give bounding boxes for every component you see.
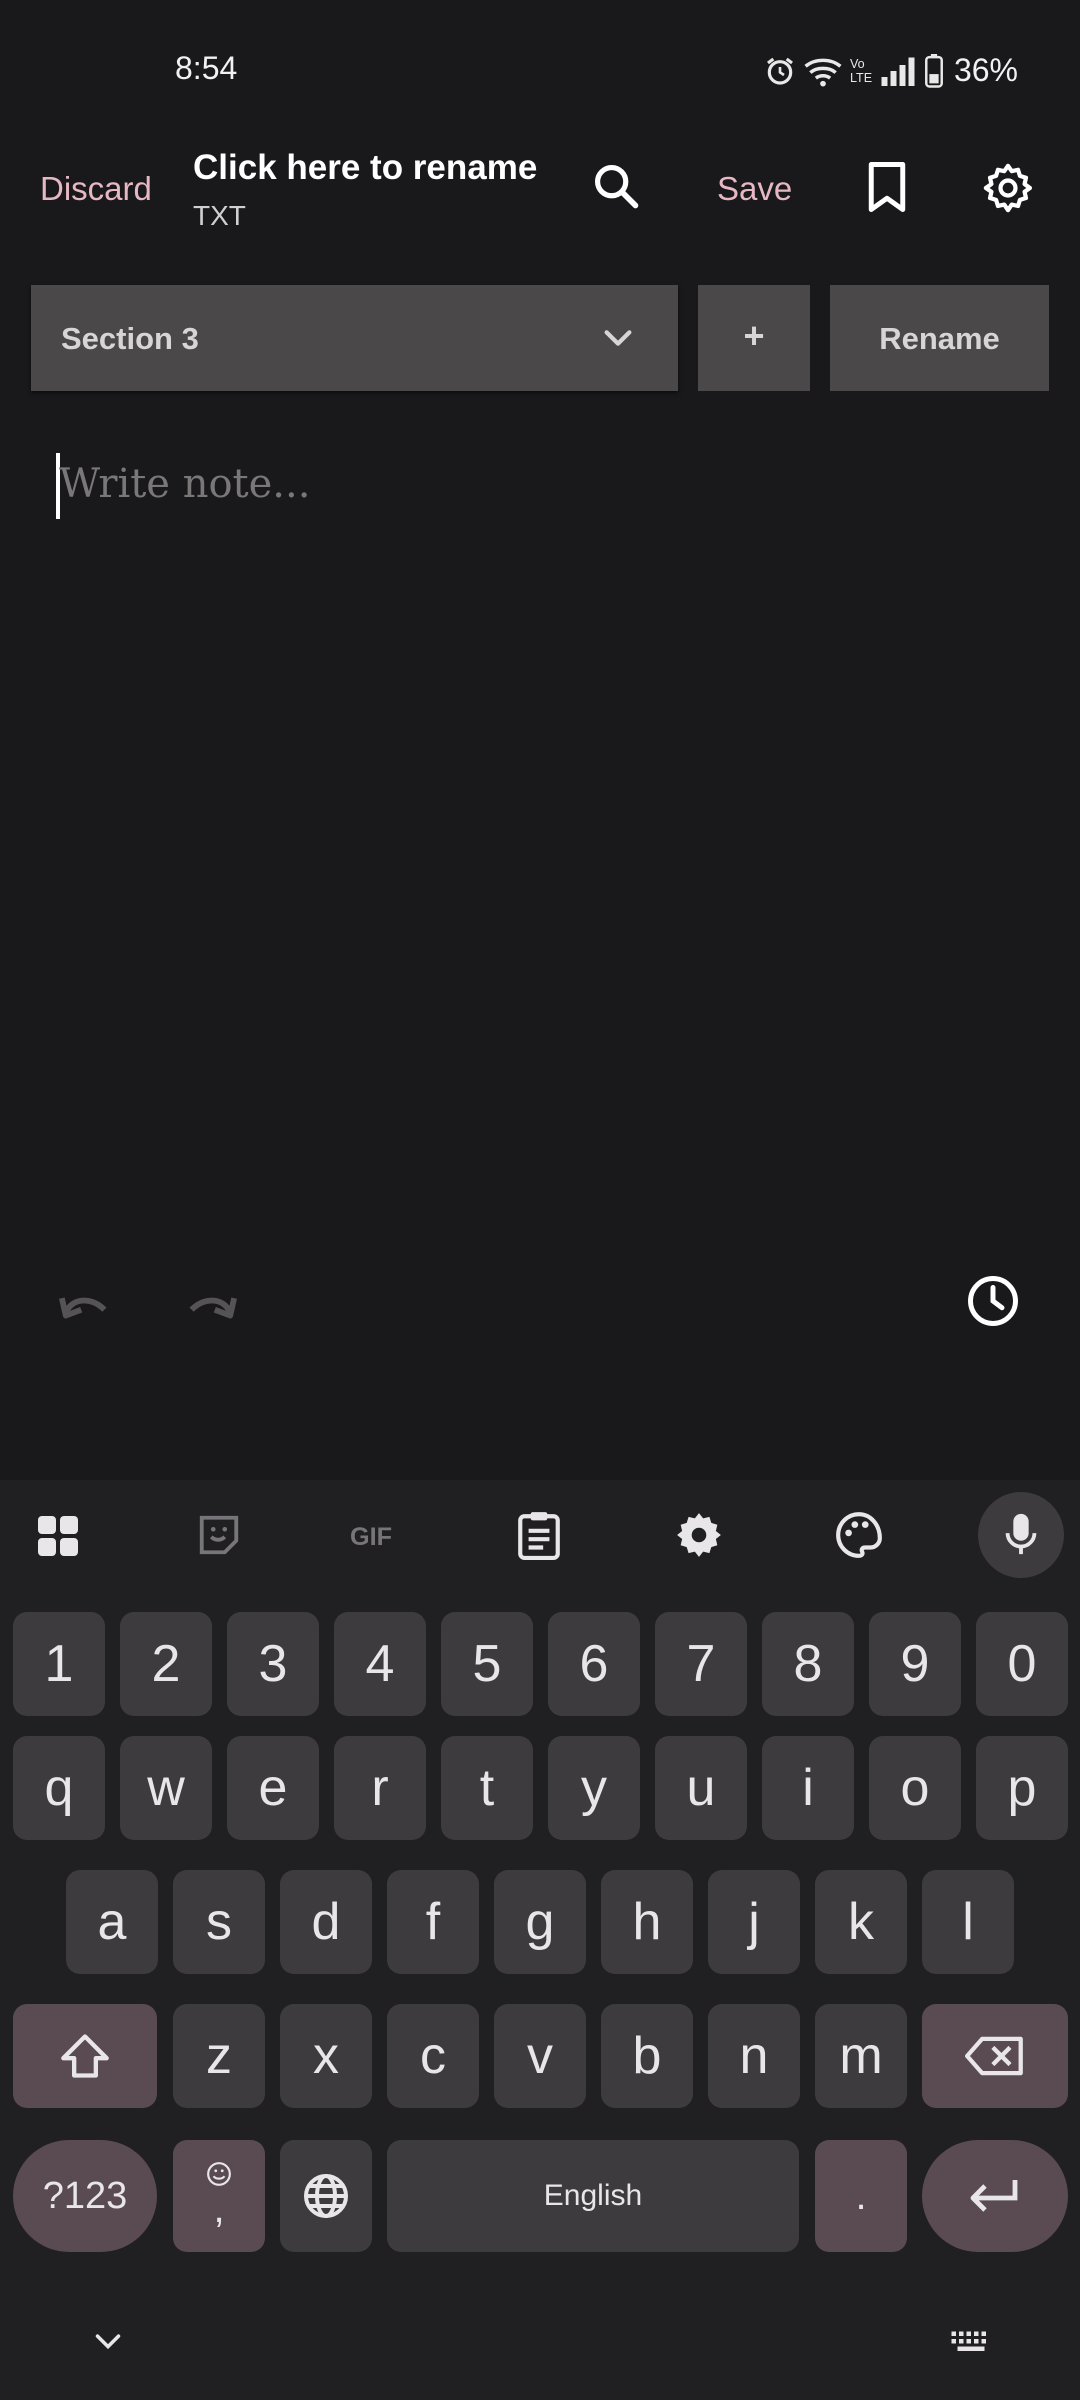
key-p[interactable]: p: [976, 1736, 1068, 1840]
keyboard-settings-icon[interactable]: [674, 1510, 724, 1560]
key-b[interactable]: b: [601, 2004, 693, 2108]
save-button[interactable]: Save: [717, 170, 792, 208]
comma-label: ,: [213, 2186, 225, 2231]
key-q[interactable]: q: [13, 1736, 105, 1840]
volte-icon: VoLTE: [850, 56, 872, 85]
svg-text:GIF: GIF: [350, 1523, 392, 1550]
chevron-down-icon: [95, 2334, 121, 2350]
key-i[interactable]: i: [762, 1736, 854, 1840]
key-y[interactable]: y: [548, 1736, 640, 1840]
key-t[interactable]: t: [441, 1736, 533, 1840]
svg-text:Vo: Vo: [850, 56, 865, 70]
search-button[interactable]: [590, 160, 642, 212]
key-s[interactable]: s: [173, 1870, 265, 1974]
key-2[interactable]: 2: [120, 1612, 212, 1716]
chevron-down-icon: [600, 321, 636, 355]
key-o[interactable]: o: [869, 1736, 961, 1840]
wifi-icon: [804, 58, 842, 87]
key-4[interactable]: 4: [334, 1612, 426, 1716]
add-section-label: +: [743, 315, 765, 356]
alarm-icon: [766, 57, 793, 85]
key-f[interactable]: f: [387, 1870, 479, 1974]
note-format: TXT: [193, 200, 246, 231]
gif-icon[interactable]: GIF: [350, 1520, 406, 1550]
history-button[interactable]: [966, 1274, 1020, 1328]
hide-keyboard-button[interactable]: [94, 2332, 122, 2352]
apps-grid-icon[interactable]: [34, 1512, 82, 1560]
key-u[interactable]: u: [655, 1736, 747, 1840]
palette-icon[interactable]: [834, 1510, 884, 1560]
shift-key[interactable]: [13, 2004, 157, 2108]
battery-percent: 36%: [953, 52, 1018, 88]
search-icon: [594, 164, 639, 209]
sticker-icon[interactable]: [196, 1512, 242, 1558]
keyboard-icon: [951, 2331, 986, 2351]
key-8[interactable]: 8: [762, 1612, 854, 1716]
bookmark-icon: [868, 162, 906, 212]
enter-key[interactable]: [922, 2140, 1068, 2252]
key-g[interactable]: g: [494, 1870, 586, 1974]
status-icons: Vo LTE 36%: [764, 52, 1018, 89]
enter-icon: [970, 2180, 1018, 2212]
microphone-icon: [1005, 1513, 1037, 1555]
status-time: 8:54: [175, 50, 238, 86]
key-j[interactable]: j: [708, 1870, 800, 1974]
keyboard-switch-button[interactable]: [950, 2330, 992, 2354]
settings-button[interactable]: [980, 160, 1036, 216]
period-key[interactable]: .: [815, 2140, 907, 2252]
note-title[interactable]: Click here to rename: [193, 148, 537, 188]
keyboard: GIF 1 2 3 4 5 6 7 8 9 0 q w e r t y u i …: [0, 1480, 1080, 2400]
undo-button[interactable]: [58, 1282, 116, 1322]
key-v[interactable]: v: [494, 2004, 586, 2108]
key-7[interactable]: 7: [655, 1612, 747, 1716]
undo-icon: [59, 1297, 107, 1319]
key-z[interactable]: z: [173, 2004, 265, 2108]
add-section-button[interactable]: +: [698, 285, 810, 391]
discard-button[interactable]: Discard: [40, 170, 152, 208]
emoji-comma-key[interactable]: ,: [173, 2140, 265, 2252]
key-m[interactable]: m: [815, 2004, 907, 2108]
section-selected-label: Section 3: [61, 321, 199, 356]
key-d[interactable]: d: [280, 1870, 372, 1974]
note-editor[interactable]: [40, 430, 1040, 1210]
key-w[interactable]: w: [120, 1736, 212, 1840]
key-n[interactable]: n: [708, 2004, 800, 2108]
signal-icon: [881, 57, 915, 86]
key-0[interactable]: 0: [976, 1612, 1068, 1716]
key-5[interactable]: 5: [441, 1612, 533, 1716]
key-l[interactable]: l: [922, 1870, 1014, 1974]
space-key[interactable]: English: [387, 2140, 799, 2252]
symbols-key[interactable]: ?123: [13, 2140, 157, 2252]
redo-button[interactable]: [180, 1282, 238, 1322]
key-c[interactable]: c: [387, 2004, 479, 2108]
svg-text:LTE: LTE: [850, 71, 872, 85]
key-x[interactable]: x: [280, 2004, 372, 2108]
key-a[interactable]: a: [66, 1870, 158, 1974]
globe-icon: [304, 2174, 348, 2218]
section-dropdown[interactable]: Section 3: [31, 285, 678, 391]
key-r[interactable]: r: [334, 1736, 426, 1840]
rename-section-label: Rename: [879, 321, 1000, 356]
key-6[interactable]: 6: [548, 1612, 640, 1716]
key-h[interactable]: h: [601, 1870, 693, 1974]
backspace-icon: [965, 2036, 1023, 2076]
key-3[interactable]: 3: [227, 1612, 319, 1716]
key-k[interactable]: k: [815, 1870, 907, 1974]
language-key[interactable]: [280, 2140, 372, 2252]
microphone-button[interactable]: [978, 1492, 1064, 1578]
bookmark-button[interactable]: [862, 160, 912, 214]
gear-icon: [983, 163, 1033, 213]
clock-icon: [968, 1276, 1018, 1326]
key-9[interactable]: 9: [869, 1612, 961, 1716]
redo-icon: [189, 1297, 237, 1319]
rename-section-button[interactable]: Rename: [830, 285, 1049, 391]
shift-icon: [61, 2034, 109, 2078]
battery-icon: [924, 53, 943, 88]
clipboard-icon[interactable]: [516, 1510, 562, 1560]
note-placeholder: Write note...: [59, 461, 311, 507]
emoji-icon: [207, 2161, 231, 2186]
key-1[interactable]: 1: [13, 1612, 105, 1716]
backspace-key[interactable]: [922, 2004, 1068, 2108]
key-e[interactable]: e: [227, 1736, 319, 1840]
